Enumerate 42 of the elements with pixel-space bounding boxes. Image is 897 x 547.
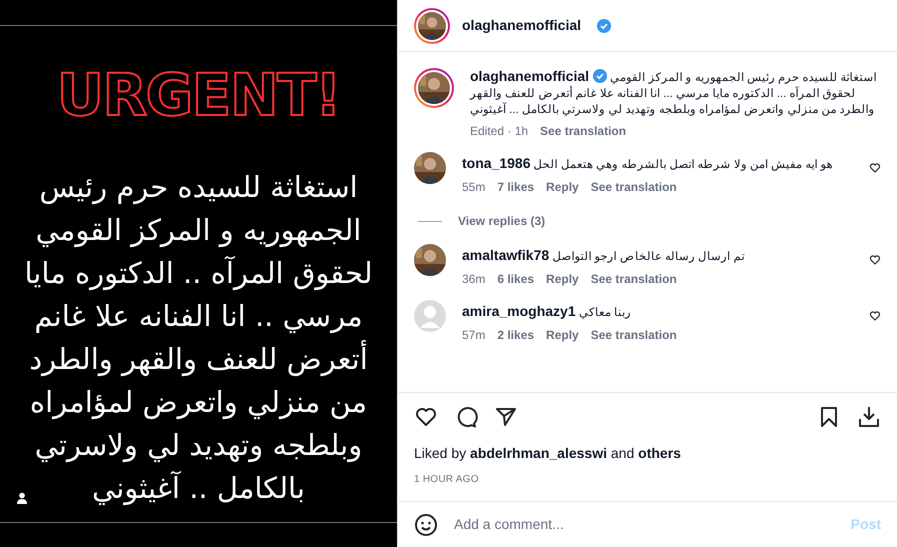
reply-button[interactable]: Reply <box>546 326 579 344</box>
image-text-line: الجمهوريه و المركز القومي <box>36 212 362 250</box>
view-replies-button[interactable]: View replies (3) <box>458 212 546 230</box>
edited-time: Edited · 1h <box>470 123 528 140</box>
likes-count[interactable]: 2 likes <box>497 326 534 344</box>
heart-icon[interactable] <box>869 310 881 322</box>
heart-icon[interactable] <box>869 162 881 174</box>
comment-time: 57m <box>462 327 486 344</box>
emoji-icon[interactable] <box>414 512 438 536</box>
image-text-line: وبلطجه وتهديد لي ولاسرتي <box>34 426 362 464</box>
image-text-line: بالكامل .. آغيثوني <box>92 470 305 508</box>
person-icon[interactable] <box>16 492 28 504</box>
comment-time: 55m <box>462 179 486 196</box>
avatar-icon <box>414 300 446 332</box>
liked-by-text: Liked by abdelrhman_alesswi and others <box>414 444 682 463</box>
username-link[interactable]: amaltawfik78 <box>462 247 550 263</box>
image-text-line: استغاثة للسيده حرم رئيس <box>39 168 358 206</box>
post-timestamp: 1 HOUR AGO <box>414 473 480 487</box>
comment-time: 36m <box>462 271 486 288</box>
username-link[interactable]: olaghanemofficial <box>462 15 582 36</box>
see-translation-link[interactable]: See translation <box>540 122 626 140</box>
reply-button[interactable]: Reply <box>546 270 579 288</box>
username-link[interactable]: olaghanemofficial <box>470 68 590 84</box>
image-text-line: مرسي .. انا الفنانه علا غانم <box>34 298 363 336</box>
heart-icon[interactable] <box>869 254 881 266</box>
see-translation-link[interactable]: See translation <box>590 178 677 196</box>
see-translation-link[interactable]: See translation <box>590 270 677 288</box>
send-icon[interactable] <box>494 405 518 429</box>
avatar-story-ring[interactable] <box>414 8 450 44</box>
username-link[interactable]: amira_moghazy1 <box>462 303 576 319</box>
download-icon[interactable] <box>857 405 881 429</box>
headline: URGENT! <box>56 66 340 124</box>
heart-icon[interactable] <box>414 405 438 429</box>
image-text-line: من منزلي واتعرض لمؤامراه <box>30 384 368 422</box>
likes-count[interactable]: 7 likes <box>497 178 534 196</box>
see-translation-link[interactable]: See translation <box>590 326 677 344</box>
likes-count[interactable]: 6 likes <box>497 270 534 288</box>
avatar-story-ring[interactable] <box>414 68 454 108</box>
reply-button[interactable]: Reply <box>546 178 579 196</box>
username-link[interactable]: tona_1986 <box>462 155 530 171</box>
image-text-line: لحقوق المرآه .. الدكتوره مايا <box>24 254 373 292</box>
image-text-line: أتعرض للعنف والقهر والطرد <box>29 339 368 378</box>
